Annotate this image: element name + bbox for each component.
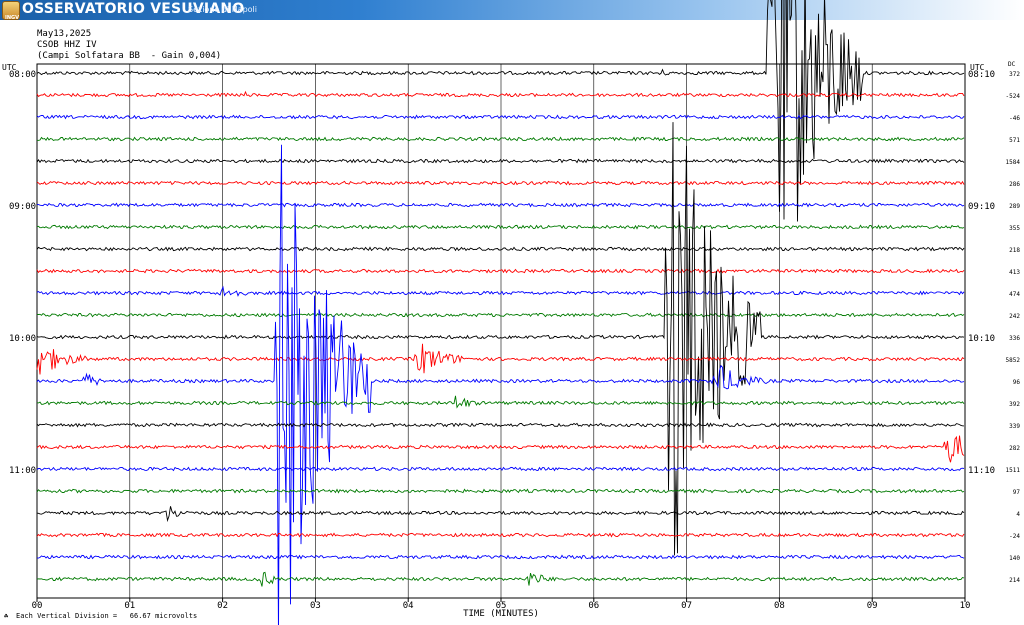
left-time-label: 10:00 (9, 334, 36, 344)
seismic-trace-red (36, 268, 965, 274)
left-time-label: 09:00 (9, 202, 36, 212)
seismic-trace-red (36, 90, 965, 98)
dc-offset-value: 5852 (1006, 357, 1021, 364)
dc-offset-value: -46 (1009, 115, 1020, 122)
seismic-trace-green (36, 395, 965, 409)
seismic-trace-blue (36, 144, 965, 625)
left-time-label: 08:00 (9, 70, 36, 80)
x-tick-label: 02 (217, 601, 228, 611)
dc-offset-value: 282 (1009, 445, 1020, 452)
dc-offset-value: 339 (1009, 423, 1020, 430)
seismic-trace-blue (36, 114, 965, 120)
dc-offset-value: 413 (1009, 269, 1020, 276)
dc-offset-value: 289 (1009, 203, 1020, 210)
dc-offset-value: -524 (1006, 93, 1021, 100)
dc-offset-value: 4 (1016, 511, 1020, 518)
dc-offset-value: 355 (1009, 225, 1020, 232)
x-tick-label: 06 (588, 601, 599, 611)
x-tick-label: 09 (867, 601, 878, 611)
dc-offset-value: 1511 (1006, 467, 1021, 474)
x-tick-label: 10 (960, 601, 971, 611)
dc-offset-value: 392 (1009, 401, 1020, 408)
seismic-trace-red (36, 180, 965, 186)
seismic-trace-red (36, 435, 965, 463)
seismic-trace-blue (36, 554, 965, 560)
dc-label: DC (1008, 61, 1016, 68)
seismic-trace-black (36, 158, 965, 164)
dc-offset-value: 140 (1009, 555, 1020, 562)
seismic-trace-blue (36, 285, 965, 297)
seismic-trace-black (36, 422, 965, 428)
x-tick-label: 03 (310, 601, 321, 611)
seismic-trace-black (36, 0, 965, 222)
seismic-trace-blue (36, 202, 965, 208)
dc-offset-value: 96 (1013, 379, 1021, 386)
right-time-label: 11:10 (968, 466, 995, 476)
right-time-label: 09:10 (968, 202, 995, 212)
dc-offset-value: 1584 (1006, 159, 1021, 166)
dc-offset-value: 286 (1009, 181, 1020, 188)
dc-offset-value: 336 (1009, 335, 1020, 342)
seismic-trace-green (36, 488, 965, 494)
dc-offset-value: 474 (1009, 291, 1020, 298)
dc-offset-value: 214 (1009, 577, 1020, 584)
dc-offset-value: 97 (1013, 489, 1021, 496)
seismic-trace-red (36, 532, 965, 538)
left-time-label: 11:00 (9, 466, 36, 476)
dc-offset-value: 218 (1009, 247, 1020, 254)
seismic-trace-green (36, 571, 965, 587)
seismic-trace-black (36, 506, 965, 523)
seismic-trace-red (36, 343, 965, 375)
dc-offset-value: -24 (1009, 533, 1020, 540)
seismic-trace-blue (36, 466, 965, 472)
seismogram-chart: 00 01 02 03 04 05 06 07 08 09 10TIME (MINUTES)UTC U… (2, 0, 1021, 625)
dc-offset-value: 571 (1009, 137, 1020, 144)
x-tick-label: 08 (774, 601, 785, 611)
vertical-scale-note: Each Vertical Division = 66.67 microvolt… (16, 612, 198, 620)
scale-icon: ☘ (4, 612, 9, 620)
dc-offset-value: 242 (1009, 313, 1020, 320)
right-time-label: 08:10 (968, 70, 995, 80)
x-tick-label: 01 (124, 601, 135, 611)
dc-offset-value: 372 (1009, 71, 1020, 78)
x-tick-label: 00 (32, 601, 43, 611)
x-tick-label: 07 (681, 601, 692, 611)
seismic-trace-green (36, 136, 965, 142)
seismic-trace-green (36, 224, 965, 230)
right-time-label: 10:10 (968, 334, 995, 344)
seismic-trace-black (36, 246, 965, 252)
x-axis-label: TIME (MINUTES) (463, 609, 539, 619)
x-tick-label: 04 (403, 601, 414, 611)
seismic-trace-green (36, 312, 965, 318)
